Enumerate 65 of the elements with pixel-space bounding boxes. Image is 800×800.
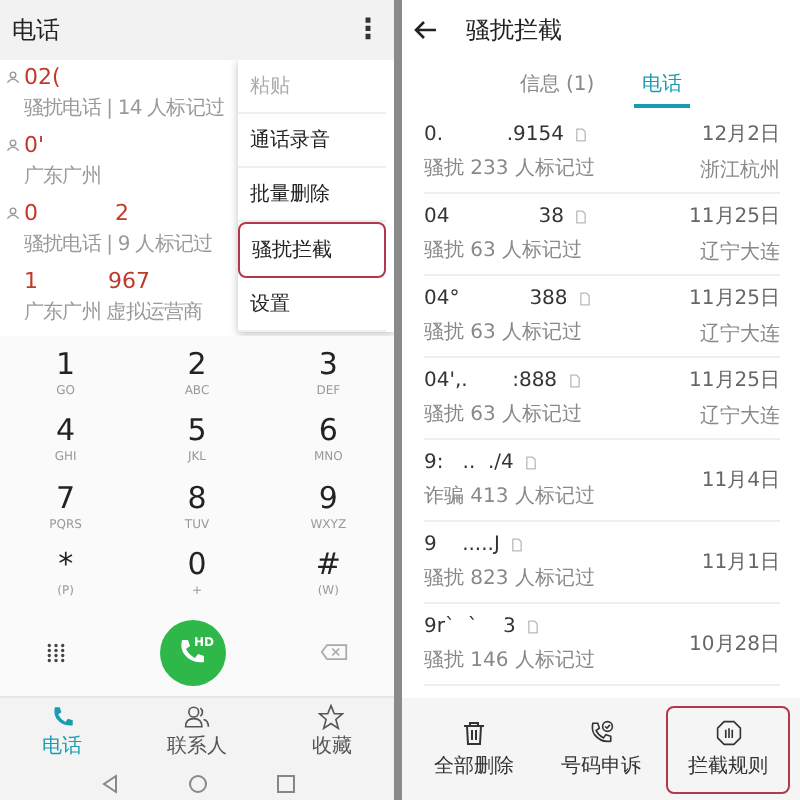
mark-count: 骚扰 63 人标记过 — [424, 401, 583, 427]
recent-apps-icon[interactable] — [275, 773, 295, 793]
mark-count: 诈骗 413 人标记过 — [424, 483, 595, 509]
phone-number[interactable]: 04 38 — [424, 205, 564, 227]
mark-count: 骚扰 233 人标记过 — [424, 155, 595, 181]
location: 辽宁大连 — [700, 239, 780, 266]
sim-card-icon — [511, 537, 522, 551]
screen-title: 电话 — [12, 13, 60, 47]
location: 辽宁大连 — [700, 403, 780, 430]
mark-count: 骚扰 823 人标记过 — [424, 565, 595, 591]
mark-count: 骚扰 63 人标记过 — [424, 237, 585, 263]
trash-icon — [461, 719, 486, 745]
sim-card-icon — [575, 127, 586, 141]
phone-number[interactable]: 02( — [24, 64, 225, 90]
toolbar-button[interactable]: 号码申诉 — [538, 705, 663, 793]
menu-item[interactable]: 通话录音 — [238, 114, 386, 168]
call-date: 11月25日 — [689, 204, 780, 230]
phone-number[interactable]: 0. .9154 — [424, 123, 564, 145]
menu-item[interactable]: 设置 — [238, 278, 386, 332]
call-detail: 骚扰电话 | 14 人标记过 — [24, 95, 225, 122]
phone-number[interactable]: 9r` ` 3 — [424, 615, 516, 637]
sim-card-icon — [569, 373, 580, 387]
tab[interactable]: 信息 (1) — [511, 64, 603, 108]
call-detail: 广东广州 — [24, 163, 101, 190]
phone-check-icon — [587, 719, 614, 745]
sim-card-icon — [579, 291, 590, 305]
home-icon[interactable] — [187, 773, 207, 793]
dialpad-icon[interactable] — [46, 641, 67, 663]
sim-card-icon — [525, 455, 536, 469]
location: 浙江杭州 — [700, 157, 780, 184]
nav-tab[interactable]: 联系人 — [166, 704, 227, 760]
contacts-icon — [183, 704, 210, 730]
phone-icon — [49, 704, 76, 730]
phone-number[interactable]: 04° 388 — [424, 287, 568, 309]
octagon-icon — [715, 719, 742, 745]
backspace-icon[interactable] — [319, 642, 348, 662]
call-detail: 骚扰电话 | 9 人标记过 — [24, 231, 213, 258]
phone-number[interactable]: 04',. :888 — [424, 369, 558, 391]
nav-tab[interactable]: 收藏 — [311, 704, 352, 760]
back-icon[interactable] — [99, 773, 119, 793]
call-date: 11月1日 — [701, 550, 780, 576]
sim-card-icon — [527, 619, 538, 633]
sim-card-icon — [575, 209, 586, 223]
call-date: 11月25日 — [689, 286, 780, 312]
toolbar-button[interactable]: 全部删除 — [411, 705, 536, 793]
back-arrow-icon[interactable] — [414, 20, 438, 40]
phone-number[interactable]: 1 967 — [24, 268, 203, 294]
call-detail: 广东广州 虚拟运营商 — [24, 299, 203, 326]
menu-item[interactable]: 批量删除 — [238, 168, 386, 222]
menu-item[interactable]: 骚扰拦截 — [238, 222, 386, 278]
phone-number[interactable]: 0' — [24, 132, 101, 158]
mark-count: 骚扰 146 人标记过 — [424, 647, 595, 673]
location: 辽宁大连 — [700, 321, 780, 348]
phone-number[interactable]: 9: .. ./4 — [424, 451, 514, 473]
more-menu-button[interactable]: ⋮ — [354, 14, 382, 46]
call-date: 11月4日 — [701, 468, 780, 494]
call-date: 11月25日 — [689, 368, 780, 394]
star-icon — [318, 704, 345, 730]
toolbar-button[interactable]: 拦截规则 — [666, 705, 791, 793]
screen-title: 骚扰拦截 — [466, 13, 562, 47]
phone-number[interactable]: 9 .....J — [424, 533, 500, 555]
call-date: 12月2日 — [701, 122, 780, 148]
phone-number[interactable]: 0 2 — [24, 200, 213, 226]
call-date: 10月28日 — [689, 632, 780, 658]
mark-count: 骚扰 63 人标记过 — [424, 319, 585, 345]
